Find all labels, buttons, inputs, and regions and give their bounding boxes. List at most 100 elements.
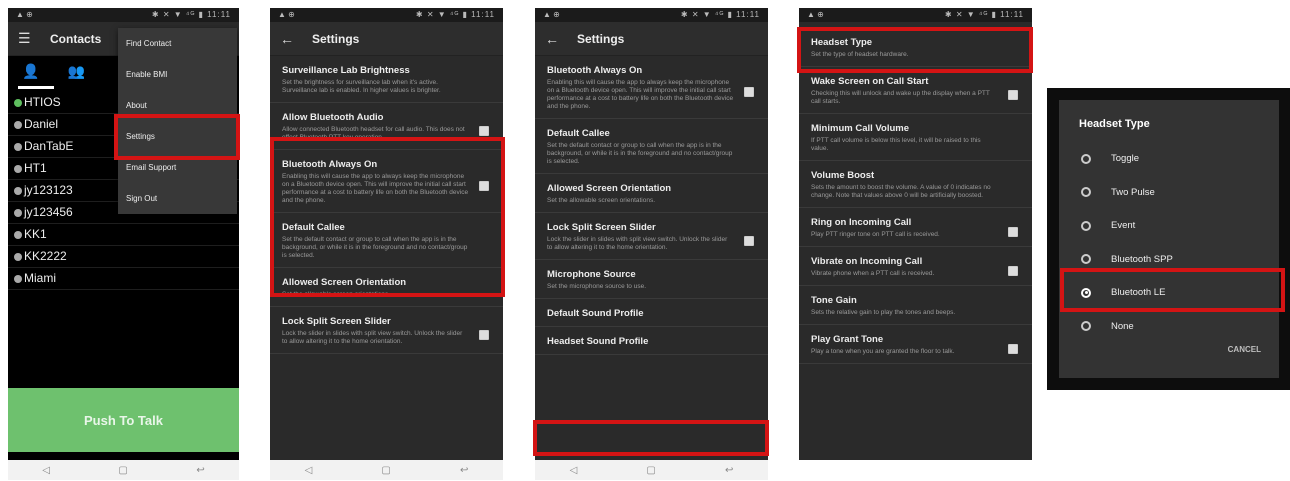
preference-summary: Lock the slider in slides with split vie… — [547, 236, 728, 251]
preference-title: Vibrate on Incoming Call — [811, 256, 923, 267]
contact-name: Miami — [24, 271, 56, 285]
system-nav-bar: ◁ ▢ ↩ — [8, 460, 239, 480]
headset-type-dialog: Headset Type Toggle Two Pulse Event Bluetoo… — [1059, 100, 1279, 378]
radio-option[interactable]: Toggle — [1059, 142, 1279, 176]
contact-name: HTIOS — [24, 95, 61, 109]
presence-dot-icon — [14, 98, 22, 107]
radio-option[interactable]: Event — [1059, 209, 1279, 243]
phone-settings-screen-2: ▲ ⊕ ✱ ✕ ▼ ⁴ᴳ ▮ 11:11 ← Settings Bluetoot… — [535, 8, 768, 480]
presence-dot-icon — [14, 208, 22, 217]
contact-name: DanTabE — [24, 139, 74, 153]
radio-button[interactable] — [1081, 321, 1091, 332]
preference-item[interactable]: Lock Split Screen Slider Lock the slider … — [270, 307, 503, 354]
preference-item[interactable]: Microphone Source Set the microphone sour… — [535, 260, 768, 299]
preference-title: Volume Boost — [811, 170, 875, 181]
preference-item[interactable]: Allowed Screen Orientation Set the allowa… — [535, 174, 768, 213]
checkbox[interactable] — [479, 126, 489, 136]
status-bar: ▲ ⊕ ✱ ✕ ▼ ⁴ᴳ ▮ 11:11 — [535, 8, 768, 22]
preference-item[interactable]: Ring on Incoming Call Play PTT ringer ton… — [799, 208, 1032, 247]
checkbox[interactable] — [1008, 227, 1018, 237]
contact-name: Daniel — [24, 117, 59, 131]
checkbox[interactable] — [1008, 90, 1018, 100]
preference-title: Play Grant Tone — [811, 334, 884, 345]
status-right: ✱ ✕ ▼ ⁴ᴳ ▮ 11:11 — [944, 10, 1024, 19]
radio-option[interactable]: None — [1059, 310, 1279, 344]
dialog-options: Toggle Two Pulse Event Bluetooth SPP Bluetoo… — [1059, 142, 1279, 343]
preference-summary: Set the microphone source to use. — [547, 283, 647, 290]
preference-title: Ring on Incoming Call — [811, 217, 912, 228]
home-nav-icon[interactable]: ▢ — [118, 465, 127, 476]
preference-item[interactable]: Lock Split Screen Slider Lock the slider … — [535, 213, 768, 260]
preference-title: Microphone Source — [547, 269, 636, 280]
preference-item[interactable]: Wake Screen on Call Start Checking this w… — [799, 67, 1032, 114]
preference-item[interactable]: Default Callee Set the default contact or… — [535, 119, 768, 174]
group-tab-icon[interactable]: 👥 — [67, 63, 84, 80]
preference-item[interactable]: Tone Gain Sets the relative gain to play … — [799, 286, 1032, 325]
person-tab-icon[interactable]: 👤 — [22, 63, 39, 80]
menu-item[interactable]: Sign Out — [118, 183, 237, 214]
preference-title: Allowed Screen Orientation — [547, 183, 672, 194]
presence-dot-icon — [14, 120, 22, 129]
option-label: Two Pulse — [1111, 186, 1155, 198]
menu-item[interactable]: Enable BMI — [118, 59, 237, 90]
back-arrow-icon[interactable]: ← — [545, 31, 563, 47]
preference-item[interactable]: Surveillance Lab Brightness Set the brigh… — [270, 56, 503, 103]
preference-summary: If PTT call volume is below this level, … — [811, 137, 981, 152]
menu-item[interactable]: Find Contact — [118, 28, 237, 59]
radio-button[interactable] — [1081, 220, 1091, 231]
preference-item[interactable]: Play Grant Tone Play a tone when you are … — [799, 325, 1032, 364]
status-right: ✱ ✕ ▼ ⁴ᴳ ▮ 11:11 — [151, 10, 231, 19]
contact-row[interactable]: Miami — [8, 268, 239, 290]
preference-title: Default Callee — [547, 128, 610, 139]
preference-summary: Set the brightness for surveillance lab … — [282, 79, 441, 94]
preference-item[interactable]: Default Sound Profile — [535, 299, 768, 327]
checkbox[interactable] — [1008, 344, 1018, 354]
preference-item[interactable]: Bluetooth Always On Enabling this will ca… — [535, 56, 768, 119]
home-nav-icon[interactable]: ▢ — [646, 465, 655, 476]
headset-type-highlight — [797, 27, 1033, 73]
checkbox[interactable] — [1008, 266, 1018, 276]
preference-item[interactable]: Headset Sound Profile — [535, 327, 768, 355]
checkbox[interactable] — [479, 330, 489, 340]
home-nav-icon[interactable]: ▢ — [381, 465, 390, 476]
option-label: None — [1111, 320, 1134, 332]
back-nav-icon[interactable]: ◁ — [305, 465, 313, 476]
cancel-button[interactable]: CANCEL — [1228, 345, 1261, 354]
preference-summary: Play a tone when you are granted the flo… — [811, 348, 955, 355]
headset-type-dialog-screenshot: Headset Type Toggle Two Pulse Event Bluetoo… — [1047, 88, 1290, 390]
back-nav-icon[interactable]: ◁ — [570, 465, 578, 476]
radio-button[interactable] — [1081, 153, 1091, 164]
settings-app-bar: ← Settings — [270, 22, 503, 56]
preference-item[interactable]: Vibrate on Incoming Call Vibrate phone wh… — [799, 247, 1032, 286]
preference-summary: Lock the slider in slides with split vie… — [282, 330, 463, 345]
preference-title: Headset Sound Profile — [547, 336, 649, 347]
preference-item[interactable]: Minimum Call Volume If PTT call volume is… — [799, 114, 1032, 161]
recent-nav-icon[interactable]: ↩ — [725, 465, 733, 476]
push-to-talk-button[interactable]: Push To Talk — [8, 388, 239, 452]
checkbox[interactable] — [744, 87, 754, 97]
option-label: Event — [1111, 220, 1136, 232]
system-nav-bar: ◁ ▢ ↩ — [535, 460, 768, 480]
contact-row[interactable]: KK2222 — [8, 246, 239, 268]
recent-nav-icon[interactable]: ↩ — [196, 465, 204, 476]
radio-button[interactable] — [1081, 254, 1091, 265]
bluetooth-le-highlight — [1060, 268, 1285, 312]
contact-row[interactable]: KK1 — [8, 224, 239, 246]
preference-summary: Sets the relative gain to play the tones… — [811, 309, 956, 316]
radio-button[interactable] — [1081, 187, 1091, 198]
hamburger-menu-icon[interactable]: ☰ — [18, 30, 36, 47]
preference-summary: Set the allowable screen orientations. — [547, 197, 656, 204]
back-nav-icon[interactable]: ◁ — [42, 465, 50, 476]
status-right: ✱ ✕ ▼ ⁴ᴳ ▮ 11:11 — [415, 10, 495, 19]
preference-summary: Play PTT ringer tone on PTT call is rece… — [811, 231, 940, 238]
back-arrow-icon[interactable]: ← — [280, 31, 298, 47]
recent-nav-icon[interactable]: ↩ — [460, 465, 468, 476]
status-left: ▲ ⊕ — [16, 10, 33, 19]
bluetooth-prefs-highlight — [270, 137, 505, 297]
page-title: Settings — [312, 31, 360, 46]
checkbox[interactable] — [744, 236, 754, 246]
preference-list: Bluetooth Always On Enabling this will ca… — [535, 56, 768, 355]
status-left: ▲ ⊕ — [807, 10, 824, 19]
radio-option[interactable]: Two Pulse — [1059, 176, 1279, 210]
preference-item[interactable]: Volume Boost Sets the amount to boost the… — [799, 161, 1032, 208]
